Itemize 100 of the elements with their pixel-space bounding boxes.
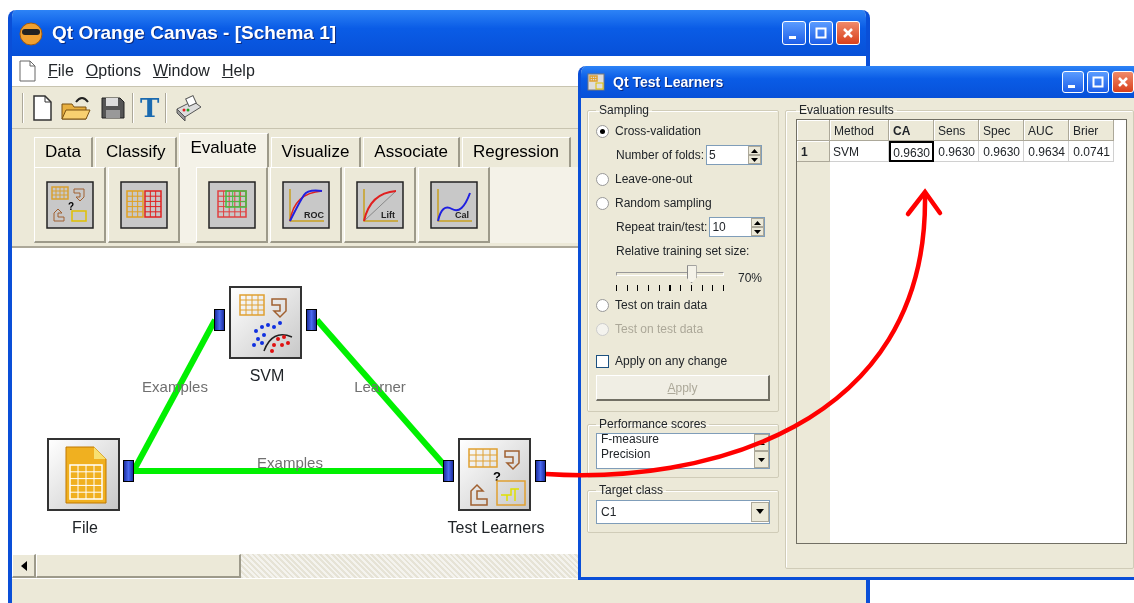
table-cell: 0.9630 xyxy=(979,141,1024,163)
radio-button[interactable] xyxy=(596,298,609,312)
lift-curve-icon: Lift xyxy=(355,180,404,229)
table-grid-icon xyxy=(207,180,256,229)
roc-curve-icon: ROC xyxy=(281,180,330,229)
number-spinbox[interactable]: 10 xyxy=(709,217,766,238)
widget-tab[interactable]: Visualize xyxy=(270,137,362,167)
widget-node[interactable] xyxy=(229,286,302,359)
menu-item[interactable]: Window xyxy=(152,59,210,83)
slider-thumb[interactable] xyxy=(686,265,697,284)
maximize-button[interactable] xyxy=(1087,71,1109,93)
widget-button[interactable]: ROC xyxy=(270,167,342,243)
window-title: Qt Test Learners xyxy=(613,72,724,92)
dropdown-arrow-icon xyxy=(756,509,764,515)
widget-tab[interactable]: Evaluate xyxy=(179,133,269,167)
down-arrow-icon[interactable] xyxy=(758,457,765,462)
widget-tab[interactable]: Associate xyxy=(363,137,461,167)
field-label: Repeat train/test: xyxy=(616,219,708,237)
field-label: Number of folds: xyxy=(616,147,705,165)
app-logo-icon xyxy=(18,20,44,46)
group-title: Sampling xyxy=(598,104,651,118)
table-cell: SVM xyxy=(830,141,889,163)
up-arrow-icon[interactable] xyxy=(751,148,759,153)
printer-icon[interactable] xyxy=(173,94,204,121)
minimize-button[interactable] xyxy=(782,21,806,45)
close-icon xyxy=(842,27,854,39)
widget-button[interactable]: ? xyxy=(34,167,106,243)
node-label: File xyxy=(72,518,98,538)
widget-tab[interactable]: Classify xyxy=(94,137,178,167)
output-port[interactable] xyxy=(123,460,134,482)
column-header[interactable]: Method xyxy=(830,120,889,142)
down-arrow-icon[interactable] xyxy=(751,157,759,162)
close-icon xyxy=(1117,76,1129,88)
slider-value: 70% xyxy=(738,270,763,288)
table-cell: 0.9634 xyxy=(1024,141,1069,163)
radio-label[interactable]: Leave-one-out xyxy=(615,170,693,189)
group-title: Target class xyxy=(598,484,665,498)
input-port[interactable] xyxy=(443,460,454,482)
radio-button[interactable] xyxy=(596,196,609,210)
widget-button[interactable]: Lift xyxy=(344,167,416,243)
link-label: Examples xyxy=(257,453,323,473)
output-port[interactable] xyxy=(535,460,546,482)
radio-button[interactable] xyxy=(596,124,609,138)
table-cell: 0.0741 xyxy=(1069,141,1114,163)
target-class-dropdown[interactable]: C1 xyxy=(596,499,770,524)
document-icon xyxy=(18,60,36,82)
scroll-left-button[interactable] xyxy=(12,554,36,578)
radio-label[interactable]: Random sampling xyxy=(615,194,712,213)
output-port[interactable] xyxy=(306,309,317,331)
text-tool-button[interactable]: T xyxy=(140,94,160,121)
number-spinbox[interactable]: 5 xyxy=(706,145,763,166)
scrollbar-thumb[interactable] xyxy=(36,554,241,578)
minimize-button[interactable] xyxy=(1062,71,1084,93)
radio-button[interactable] xyxy=(596,172,609,186)
list-item[interactable]: Precision xyxy=(601,447,750,463)
menu-item[interactable]: Options xyxy=(85,59,141,83)
matrix-icon xyxy=(119,180,168,229)
field-label: Relative training set size: xyxy=(616,243,750,261)
radio-label[interactable]: Cross-validation xyxy=(615,122,702,141)
menu-item[interactable]: File xyxy=(48,59,74,83)
maximize-icon xyxy=(1092,76,1104,88)
widget-tab[interactable]: Data xyxy=(34,137,93,167)
widget-button[interactable] xyxy=(196,167,268,243)
checkbox[interactable] xyxy=(596,354,609,368)
column-header[interactable]: Brier xyxy=(1069,120,1114,142)
window-title: Qt Orange Canvas - [Schema 1] xyxy=(52,20,337,45)
row-header[interactable]: 1 xyxy=(797,141,830,163)
calibration-plot-icon: Cal xyxy=(429,180,478,229)
down-arrow-icon[interactable] xyxy=(754,229,762,234)
learner-test-icon: ? xyxy=(45,180,94,229)
new-file-icon[interactable] xyxy=(30,93,54,122)
list-item[interactable]: F-measure xyxy=(601,432,750,448)
column-header[interactable]: CA xyxy=(889,120,934,142)
column-header[interactable]: AUC xyxy=(1024,120,1069,142)
column-header[interactable]: Sens xyxy=(934,120,979,142)
table-cell: 0.9630 xyxy=(889,141,934,163)
node-label: Test Learners xyxy=(447,518,545,538)
maximize-button[interactable] xyxy=(809,21,833,45)
menu-item[interactable]: Help xyxy=(221,59,255,83)
group-title: Performance scores xyxy=(598,418,708,432)
input-port[interactable] xyxy=(214,309,225,331)
table-cell: 0.9630 xyxy=(934,141,979,163)
checkbox-label[interactable]: Apply on any change xyxy=(615,352,728,371)
close-button[interactable] xyxy=(1112,71,1134,93)
corner-cell xyxy=(797,120,830,142)
widget-button[interactable] xyxy=(108,167,180,243)
up-arrow-icon[interactable] xyxy=(754,220,762,225)
radio-label[interactable]: Test on train data xyxy=(615,296,708,315)
widget-button[interactable]: Cal xyxy=(418,167,490,243)
widget-tab[interactable]: Regression xyxy=(462,137,572,167)
widget-icon xyxy=(587,73,605,91)
left-arrow-icon xyxy=(19,560,28,571)
slider[interactable] xyxy=(616,265,724,284)
minimize-icon xyxy=(1068,85,1075,88)
widget-node[interactable] xyxy=(47,438,120,511)
scores-list[interactable]: F-measure Precision xyxy=(596,433,770,470)
node-label: SVM xyxy=(249,366,285,386)
column-header[interactable]: Spec xyxy=(979,120,1024,142)
group-title: Evaluation results xyxy=(798,104,895,118)
close-button[interactable] xyxy=(836,21,860,45)
